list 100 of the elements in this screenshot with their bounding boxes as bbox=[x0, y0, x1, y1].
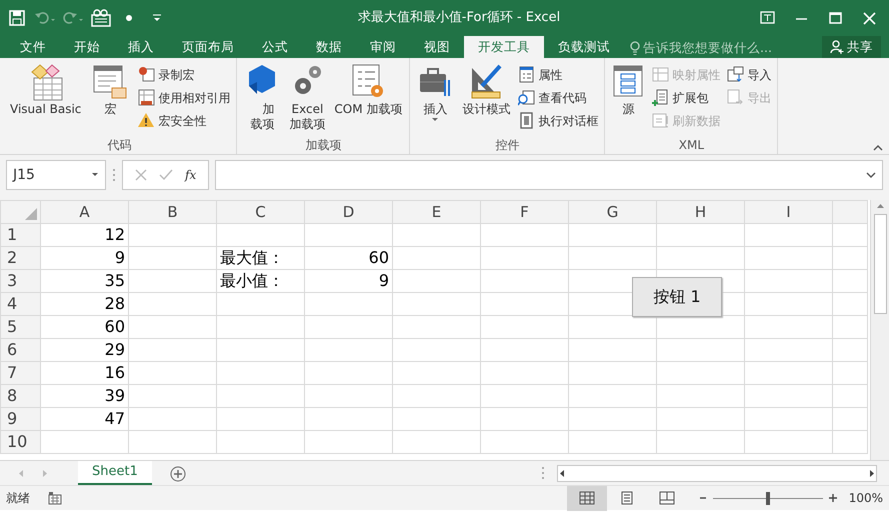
row-header[interactable]: 1 bbox=[0, 224, 40, 246]
ribbon-button[interactable]: 宏安全性 bbox=[136, 109, 232, 132]
insert-function-button[interactable]: fx bbox=[185, 166, 196, 184]
maximize-icon[interactable] bbox=[828, 10, 842, 26]
sheet-tab[interactable]: Sheet1 bbox=[78, 460, 152, 484]
row-header[interactable]: 8 bbox=[0, 384, 40, 408]
slider-thumb[interactable] bbox=[766, 492, 770, 504]
splitter-icon[interactable] bbox=[112, 168, 116, 182]
ribbon-tab[interactable]: 数据 bbox=[302, 36, 356, 58]
macro-record-icon[interactable] bbox=[48, 492, 62, 506]
person-icon bbox=[830, 40, 844, 54]
ribbon-button[interactable]: 加载项 bbox=[241, 60, 284, 136]
ribbon-button: 映射属性 bbox=[650, 63, 722, 86]
ribbon-button[interactable]: 使用相对引用 bbox=[136, 86, 232, 109]
view-button[interactable] bbox=[566, 486, 607, 510]
ribbon-tab[interactable]: 视图 bbox=[410, 36, 464, 58]
row-header[interactable]: 7 bbox=[0, 362, 40, 384]
column-header[interactable]: B bbox=[128, 200, 216, 224]
table-cell: 12 bbox=[40, 224, 128, 246]
name-box[interactable]: J15 bbox=[6, 160, 106, 190]
status-text: 就绪 bbox=[5, 490, 30, 507]
row-header[interactable]: 10 bbox=[0, 430, 40, 454]
ribbon-tab[interactable]: 插入 bbox=[114, 36, 168, 58]
table-cell: 47 bbox=[40, 408, 128, 430]
ribbon-button[interactable]: 查看代码 bbox=[516, 86, 600, 109]
table-cell: 39 bbox=[40, 384, 128, 408]
ribbon-button[interactable]: 宏 bbox=[87, 60, 134, 136]
window-title: 求最大值和最小值-For循环 - Excel bbox=[356, 9, 562, 28]
ribbon-button[interactable]: 录制宏 bbox=[136, 63, 232, 86]
ribbon-tab[interactable]: 页面布局 bbox=[168, 36, 248, 58]
ribbon-button[interactable]: Excel 加载项 bbox=[286, 60, 328, 136]
table-cell: 29 bbox=[40, 338, 128, 362]
close-icon[interactable] bbox=[862, 10, 876, 26]
table-cell: 28 bbox=[40, 292, 128, 316]
customize-icon[interactable] bbox=[152, 13, 162, 23]
ribbon-button[interactable]: 插入 bbox=[414, 60, 456, 136]
share-button[interactable]: 共享 bbox=[822, 36, 881, 58]
ribbon-button[interactable]: 导入 bbox=[725, 63, 774, 86]
column-header[interactable]: H bbox=[656, 200, 744, 224]
tell-me-field[interactable]: 告诉我您想要做什么... bbox=[643, 39, 772, 58]
row-header[interactable]: 6 bbox=[0, 338, 40, 362]
add-sheet-icon[interactable] bbox=[170, 466, 186, 482]
ribbon-button: 导出 bbox=[725, 86, 774, 109]
row-header[interactable]: 3 bbox=[0, 270, 40, 292]
group-label: 控件 bbox=[494, 137, 520, 154]
page-break-icon bbox=[658, 491, 675, 505]
table-cell: 16 bbox=[40, 362, 128, 384]
zoom-in-icon[interactable] bbox=[828, 494, 837, 502]
import-icon bbox=[727, 66, 744, 83]
horizontal-scrollbar[interactable] bbox=[557, 464, 877, 482]
relative-reference-icon bbox=[138, 89, 156, 106]
ribbon-button[interactable]: 设计模式 bbox=[459, 60, 514, 136]
group-label: XML bbox=[678, 137, 706, 154]
form-icon[interactable] bbox=[91, 9, 111, 27]
scroll-left-icon[interactable] bbox=[558, 468, 566, 478]
table-cell: 60 bbox=[40, 316, 128, 338]
table-cell: 最大值： bbox=[216, 246, 304, 270]
column-header[interactable]: I bbox=[744, 200, 832, 224]
ribbon-button[interactable]: 属性 bbox=[516, 63, 600, 86]
table-cell: 9 bbox=[304, 270, 392, 292]
column-header[interactable]: E bbox=[392, 200, 480, 224]
view-code-icon bbox=[518, 89, 536, 106]
save-icon[interactable] bbox=[9, 10, 25, 26]
formula-field[interactable] bbox=[215, 160, 883, 190]
expand-icon[interactable] bbox=[866, 172, 876, 178]
ribbon-button: 刷新数据 bbox=[650, 109, 722, 132]
scroll-thumb[interactable] bbox=[874, 214, 886, 314]
group-label: 代码 bbox=[106, 137, 133, 154]
row-header[interactable]: 2 bbox=[0, 246, 40, 270]
dialog-icon bbox=[518, 112, 536, 129]
splitter-icon[interactable] bbox=[541, 466, 545, 480]
ribbon-tab[interactable]: 公式 bbox=[248, 36, 302, 58]
ribbon-tab[interactable]: 审阅 bbox=[356, 36, 410, 58]
row-header[interactable]: 4 bbox=[0, 292, 40, 316]
scroll-right-icon[interactable] bbox=[868, 468, 876, 478]
column-header[interactable]: C bbox=[216, 200, 304, 224]
ribbon-button[interactable]: 执行对话框 bbox=[516, 109, 600, 132]
form-button[interactable]: 按钮 1 bbox=[632, 277, 722, 317]
ribbon-button[interactable]: COM 加载项 bbox=[331, 60, 406, 136]
ribbon-tab[interactable]: 开始 bbox=[60, 36, 114, 58]
zoom-level[interactable]: 100% bbox=[848, 489, 883, 507]
column-header[interactable]: F bbox=[480, 200, 568, 224]
record-icon bbox=[138, 66, 156, 83]
ribbon-tab[interactable]: 开发工具 bbox=[464, 36, 544, 58]
column-header[interactable]: G bbox=[568, 200, 656, 224]
column-header[interactable]: D bbox=[304, 200, 392, 224]
ribbon-button[interactable]: 扩展包 bbox=[650, 86, 722, 109]
table-cell: 35 bbox=[40, 270, 128, 292]
ribbon-button[interactable]: 源 bbox=[609, 60, 648, 136]
dot-icon[interactable] bbox=[125, 14, 133, 22]
refresh-data-icon bbox=[652, 112, 670, 129]
ribbon-button[interactable]: Visual Basic bbox=[7, 60, 84, 136]
ribbon-tab[interactable]: 文件 bbox=[6, 36, 60, 58]
row-header[interactable]: 9 bbox=[0, 408, 40, 430]
ribbon-display-icon[interactable] bbox=[760, 10, 774, 26]
ribbon-tab[interactable]: 负载测试 bbox=[544, 36, 624, 58]
expansion-pack-icon bbox=[652, 89, 670, 106]
collapse-ribbon-icon[interactable] bbox=[873, 144, 883, 151]
column-header[interactable]: A bbox=[40, 200, 128, 224]
row-header[interactable]: 5 bbox=[0, 316, 40, 338]
